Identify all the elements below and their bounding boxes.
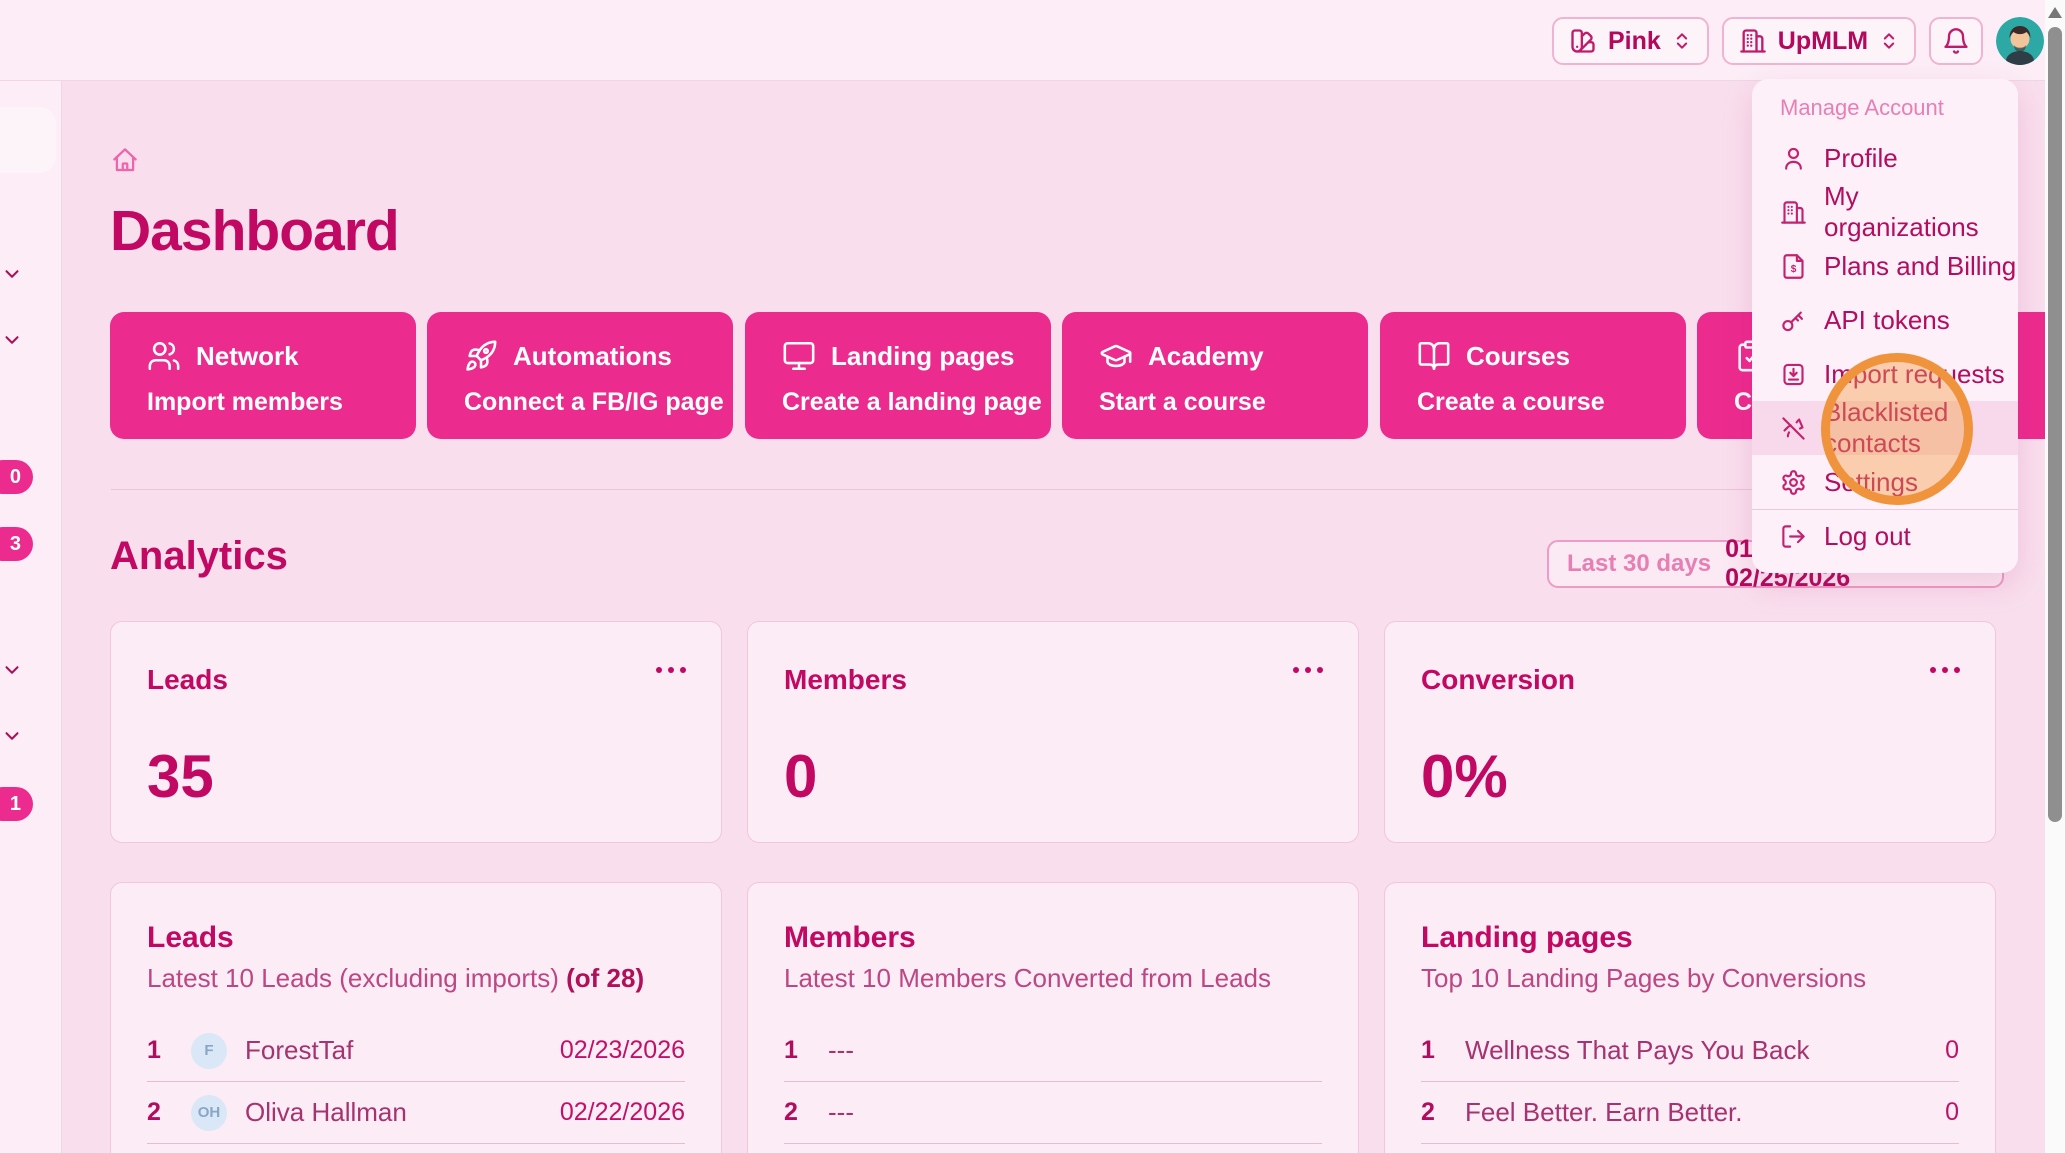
action-card-landing-pages[interactable]: Landing pages Create a landing page (745, 312, 1051, 439)
organization-select[interactable]: UpMLM (1722, 17, 1916, 65)
avatar: OH (191, 1095, 227, 1131)
list-item[interactable]: 1 F ForestTaf 02/23/2026 (147, 1020, 685, 1082)
menu-item-blacklisted-contacts[interactable]: Blacklisted contacts (1752, 401, 2018, 455)
svg-text:$: $ (1791, 264, 1797, 275)
theme-select-label: Pink (1608, 27, 1661, 56)
members-list-card: Members Latest 10 Members Converted from… (747, 882, 1359, 1153)
menu-item-plans-billing[interactable]: $ Plans and Billing (1752, 239, 2018, 293)
home-icon[interactable] (110, 145, 140, 175)
sidebar-count-badge: 0 (0, 460, 33, 494)
theme-select[interactable]: Pink (1552, 17, 1709, 65)
sidebar-active-item[interactable] (0, 107, 56, 173)
card-menu-button[interactable] (655, 666, 687, 674)
stat-value: 0% (1421, 742, 1959, 811)
avatar: F (191, 1033, 227, 1069)
user-icon (1780, 145, 1807, 172)
leads-list-card: Leads Latest 10 Leads (excluding imports… (110, 882, 722, 1153)
chevron-down-icon[interactable] (0, 263, 24, 285)
log-out-icon (1780, 523, 1807, 550)
action-card-network[interactable]: Network Import members (110, 312, 416, 439)
chevrons-up-down-icon (1672, 31, 1692, 51)
key-icon (1780, 307, 1807, 334)
landing-pages-list-card: Landing pages Top 10 Landing Pages by Co… (1384, 882, 1996, 1153)
stat-card-members: Members 0 (747, 621, 1359, 843)
action-card-subtitle: Create a landing page (782, 388, 1051, 417)
stat-value: 0 (784, 742, 1322, 811)
list-subtitle: Top 10 Landing Pages by Conversions (1421, 963, 1959, 994)
list-subtitle: Latest 10 Members Converted from Leads (784, 963, 1322, 994)
main-content: Dashboard Network Import members Automat… (63, 82, 2045, 1153)
list-item: 2 --- (784, 1082, 1322, 1144)
stat-title: Members (784, 664, 1322, 696)
file-dollar-icon: $ (1780, 253, 1807, 280)
action-card-academy[interactable]: Academy Start a course (1062, 312, 1368, 439)
action-card-subtitle: Create a course (1417, 388, 1686, 417)
action-card-subtitle: Connect a FB/IG page (464, 388, 733, 417)
user-avatar[interactable] (1996, 17, 2044, 65)
book-open-icon (1417, 339, 1451, 373)
list-item[interactable]: 2 OH Oliva Hallman 02/22/2026 (147, 1082, 685, 1144)
graduation-cap-icon (1099, 339, 1133, 373)
action-card-title: Academy (1148, 341, 1264, 372)
list-title: Leads (147, 921, 685, 955)
chevron-down-icon[interactable] (0, 725, 24, 747)
monitor-icon (782, 339, 816, 373)
top-bar: Pink UpMLM (0, 0, 2065, 81)
menu-item-settings[interactable]: Settings (1752, 455, 2018, 509)
gear-icon (1780, 469, 1807, 496)
list-subtitle: Latest 10 Leads (excluding imports) (of … (147, 963, 685, 994)
list-item[interactable]: 2 Feel Better. Earn Better. 0 (1421, 1082, 1959, 1144)
action-card-courses[interactable]: Courses Create a course (1380, 312, 1686, 439)
page-scrollbar (2045, 0, 2065, 1153)
building-icon (1739, 27, 1767, 55)
action-card-title: Automations (513, 341, 672, 372)
scroll-up-arrow-icon[interactable] (2048, 7, 2062, 18)
organization-select-label: UpMLM (1778, 27, 1868, 56)
scrollbar-thumb[interactable] (2048, 27, 2062, 822)
swatch-book-icon (1569, 27, 1597, 55)
list-title: Landing pages (1421, 921, 1959, 955)
menu-item-api-tokens[interactable]: API tokens (1752, 293, 2018, 347)
stat-value: 35 (147, 742, 685, 811)
action-card-subtitle: Import members (147, 388, 416, 417)
list-title: Members (784, 921, 1322, 955)
stat-card-leads: Leads 35 (110, 621, 722, 843)
stat-title: Conversion (1421, 664, 1959, 696)
import-tray-icon (1780, 361, 1807, 388)
action-card-title: Courses (1466, 341, 1570, 372)
rocket-icon (464, 339, 498, 373)
menu-item-my-organizations[interactable]: My organizations (1752, 185, 2018, 239)
action-card-automations[interactable]: Automations Connect a FB/IG page (427, 312, 733, 439)
menu-item-import-requests[interactable]: Import requests (1752, 347, 2018, 401)
header-controls: Pink UpMLM (1552, 17, 2044, 65)
card-menu-button[interactable] (1929, 666, 1961, 674)
menu-item-profile[interactable]: Profile (1752, 131, 2018, 185)
account-menu-title: Manage Account (1780, 95, 2018, 121)
chevron-down-icon[interactable] (0, 329, 24, 351)
card-menu-button[interactable] (1292, 666, 1324, 674)
sidebar-count-badge: 1 (0, 787, 33, 821)
action-card-title: Network (196, 341, 299, 372)
building-icon (1780, 199, 1807, 226)
action-card-title: Landing pages (831, 341, 1014, 372)
date-range-preset: Last 30 days (1567, 550, 1711, 578)
section-divider (111, 489, 2010, 490)
megaphone-off-icon (1780, 415, 1807, 442)
account-menu: Manage Account Profile My organizations … (1752, 79, 2018, 573)
sidebar-count-badge: 3 (0, 527, 33, 561)
sidebar: 0 3 1 (0, 81, 62, 1153)
list-item: 1 --- (784, 1020, 1322, 1082)
analytics-heading: Analytics (110, 534, 288, 579)
chevrons-up-down-icon (1879, 31, 1899, 51)
notifications-button[interactable] (1929, 17, 1983, 65)
bell-icon (1942, 27, 1970, 55)
users-icon (147, 339, 181, 373)
stat-card-conversion: Conversion 0% (1384, 621, 1996, 843)
action-card-subtitle: Start a course (1099, 388, 1368, 417)
page-title: Dashboard (110, 198, 399, 264)
list-item[interactable]: 1 Wellness That Pays You Back 0 (1421, 1020, 1959, 1082)
chevron-down-icon[interactable] (0, 659, 24, 681)
menu-item-log-out[interactable]: Log out (1752, 509, 2018, 563)
stat-title: Leads (147, 664, 685, 696)
